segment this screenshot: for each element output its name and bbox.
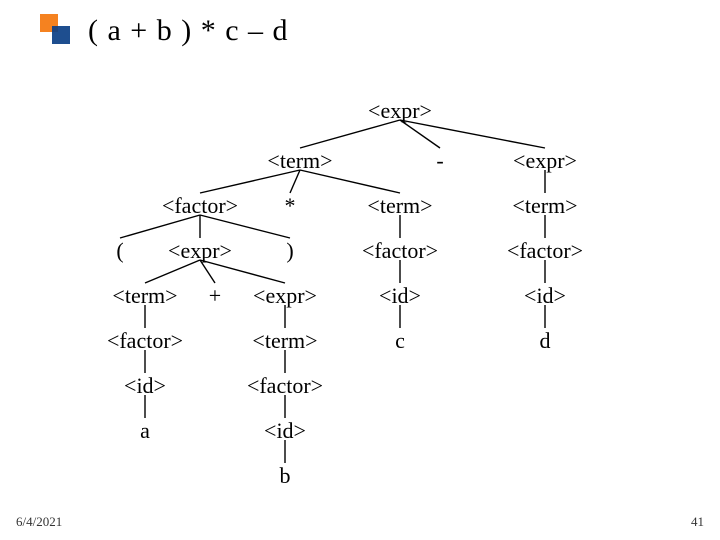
node-lparen: ( [116,238,123,264]
node-star: * [285,193,296,219]
node-id-b: <id> [264,418,306,444]
parse-tree-diagram: <expr> <term> - <expr> <factor> * <term>… [0,0,720,540]
node-b: b [280,463,291,489]
node-term-left: <term> [267,148,332,174]
node-d: d [540,328,551,354]
node-minus: - [436,148,443,174]
footer-page-number: 41 [691,514,704,530]
node-expr-right: <expr> [513,148,577,174]
node-a: a [140,418,150,444]
node-id-d: <id> [524,283,566,309]
footer-date: 6/4/2021 [16,514,62,530]
node-factor-b: <factor> [247,373,323,399]
node-term-c: <term> [367,193,432,219]
node-factor-d: <factor> [507,238,583,264]
node-rparen: ) [286,238,293,264]
node-expr-b: <expr> [253,283,317,309]
node-c: c [395,328,405,354]
node-factor-left: <factor> [162,193,238,219]
node-expr-root: <expr> [368,98,432,124]
node-id-a: <id> [124,373,166,399]
node-id-c: <id> [379,283,421,309]
node-term-d: <term> [512,193,577,219]
node-term-b: <term> [252,328,317,354]
tree-edges [0,0,720,540]
node-term-a: <term> [112,283,177,309]
node-expr-ab: <expr> [168,238,232,264]
node-factor-c: <factor> [362,238,438,264]
node-factor-a: <factor> [107,328,183,354]
node-plus: + [209,283,221,309]
